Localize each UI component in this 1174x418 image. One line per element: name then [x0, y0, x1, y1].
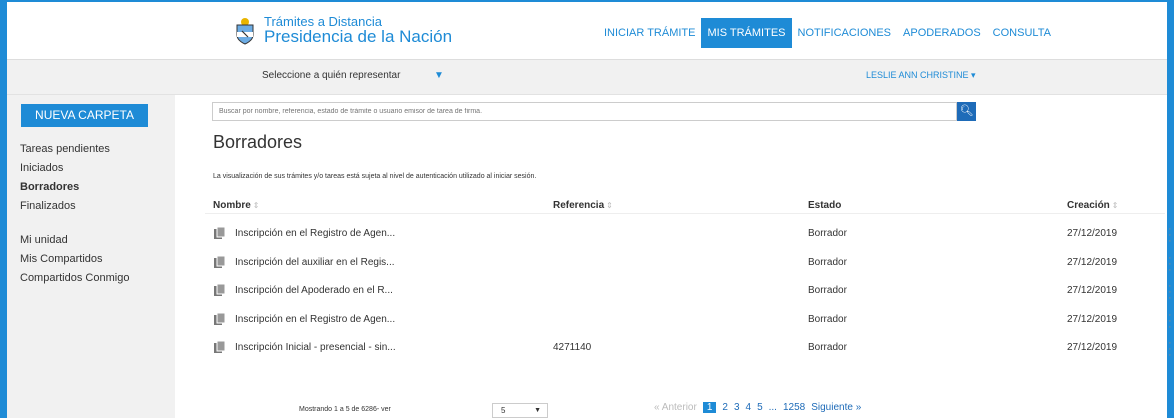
sort-icon: ⇕: [1111, 201, 1119, 210]
nav-notificaciones[interactable]: NOTIFICACIONES: [792, 18, 898, 48]
logo-line2: Presidencia de la Nación: [264, 27, 453, 46]
sort-icon: ⇕: [252, 201, 260, 210]
page-4[interactable]: 4: [746, 402, 752, 413]
top-header: Trámites a Distancia Presidencia de la N…: [7, 2, 1167, 60]
row-estado: Borrador: [808, 228, 847, 239]
per-page-select[interactable]: 5 ▼: [492, 403, 548, 418]
document-icon: [214, 312, 226, 325]
row-creacion: 27/12/2019: [1067, 228, 1118, 239]
prev-page: « Anterior: [654, 402, 697, 413]
next-page[interactable]: Siguiente »: [811, 402, 861, 413]
page-last[interactable]: 1258: [783, 402, 805, 413]
sidebar: NUEVA CARPETA Tareas pendientes Iniciado…: [7, 95, 175, 418]
page-1[interactable]: 1: [702, 402, 717, 413]
sidebar-list-2: Mi unidad Mis Compartidos Compartidos Co…: [20, 231, 129, 288]
sidebar-item-tareas-pendientes[interactable]: Tareas pendientes: [20, 140, 110, 159]
table-row[interactable]: Inscripción en el Registro de Agen... Bor…: [205, 306, 1172, 334]
row-creacion: 27/12/2019: [1067, 342, 1118, 353]
row-name[interactable]: Inscripción en el Registro de Agen...: [235, 228, 395, 239]
sidebar-list: Tareas pendientes Iniciados Borradores F…: [20, 140, 110, 216]
col-nombre[interactable]: Nombre ⇕: [213, 200, 260, 211]
table-header: Nombre ⇕ Referencia ⇕ Estado Creación ⇕: [205, 198, 1165, 214]
row-creacion: 27/12/2019: [1067, 285, 1118, 296]
page-5[interactable]: 5: [757, 402, 763, 413]
search-input[interactable]: [212, 102, 957, 121]
represent-select[interactable]: Seleccione a quién representar: [262, 70, 400, 81]
more-options-icon[interactable]: · · ·: [1168, 338, 1172, 361]
pagination: « Anterior 1 2 3 4 5 ... 1258 Siguiente …: [654, 402, 867, 413]
nav-apoderados[interactable]: APODERADOS: [897, 18, 987, 48]
sidebar-item-mi-unidad[interactable]: Mi unidad: [20, 231, 129, 250]
more-options-icon[interactable]: · · ·: [1168, 224, 1172, 247]
more-options-icon[interactable]: · · ·: [1168, 252, 1172, 275]
document-icon: [214, 340, 226, 353]
nav-mis-tramites[interactable]: MIS TRÁMITES: [701, 18, 792, 48]
col-referencia[interactable]: Referencia ⇕: [553, 200, 613, 211]
nav-iniciar-tramite[interactable]: INICIAR TRÁMITE: [598, 18, 701, 48]
row-name[interactable]: Inscripción del auxiliar en el Regis...: [235, 257, 395, 268]
sort-icon: ⇕: [606, 201, 613, 210]
table-row[interactable]: Inscripción del Apoderado en el R... Borr…: [205, 277, 1172, 305]
col-creacion[interactable]: Creación ⇕: [1067, 200, 1119, 211]
document-icon: [214, 283, 226, 296]
page-ellipsis: ...: [768, 402, 777, 413]
sidebar-item-iniciados[interactable]: Iniciados: [20, 159, 110, 178]
row-creacion: 27/12/2019: [1067, 256, 1118, 268]
caret-down-icon[interactable]: ▼: [434, 70, 444, 81]
page-3[interactable]: 3: [734, 402, 740, 413]
new-folder-button[interactable]: NUEVA CARPETA: [21, 104, 148, 127]
user-menu[interactable]: LESLIE ANN CHRISTINE ▾: [866, 70, 976, 81]
sidebar-item-compartidos-conmigo[interactable]: Compartidos Conmigo: [20, 269, 129, 288]
auth-notice: La visualización de sus trámites y/o tar…: [213, 173, 537, 180]
sidebar-item-mis-compartidos[interactable]: Mis Compartidos: [20, 250, 129, 269]
row-referencia: 4271140: [553, 342, 592, 353]
table-row[interactable]: Inscripción Inicial - presencial - sin..…: [205, 334, 1172, 362]
caret-down-icon: ▼: [534, 407, 541, 414]
more-options-icon[interactable]: · · ·: [1168, 281, 1172, 304]
page-title: Borradores: [213, 132, 303, 152]
row-name[interactable]: Inscripción del Apoderado en el R...: [235, 285, 393, 296]
page-2[interactable]: 2: [722, 402, 728, 413]
row-name[interactable]: Inscripción en el Registro de Agen...: [235, 314, 395, 325]
sidebar-item-borradores[interactable]: Borradores: [20, 178, 110, 197]
search-icon: 🔍︎: [959, 105, 974, 117]
col-estado: Estado: [808, 200, 842, 211]
table-row[interactable]: Inscripción del auxiliar en el Regis... B…: [205, 249, 1172, 277]
search-button[interactable]: 🔍︎: [957, 102, 976, 121]
main-nav: INICIAR TRÁMITE MIS TRÁMITES NOTIFICACIO…: [598, 18, 1057, 48]
row-estado: Borrador: [808, 313, 847, 325]
sidebar-item-finalizados[interactable]: Finalizados: [20, 197, 110, 216]
row-estado: Borrador: [808, 285, 847, 296]
sub-header: Seleccione a quién representar ▼ LESLIE …: [7, 60, 1167, 95]
nav-consulta[interactable]: CONSULTA: [987, 18, 1057, 48]
table-row[interactable]: Inscripción en el Registro de Agen... Bor…: [205, 220, 1172, 248]
more-options-icon[interactable]: · · ·: [1168, 309, 1172, 332]
document-icon: [214, 255, 226, 268]
row-estado: Borrador: [808, 256, 847, 268]
showing-text: Mostrando 1 a 5 de 6286- ver: [299, 406, 391, 413]
coat-of-arms-icon: [236, 18, 254, 45]
row-creacion: 27/12/2019: [1067, 313, 1118, 325]
row-name[interactable]: Inscripción Inicial - presencial - sin..…: [235, 342, 396, 353]
site-logo[interactable]: Trámites a Distancia Presidencia de la N…: [234, 15, 453, 46]
document-icon: [214, 226, 226, 239]
row-estado: Borrador: [808, 342, 847, 353]
